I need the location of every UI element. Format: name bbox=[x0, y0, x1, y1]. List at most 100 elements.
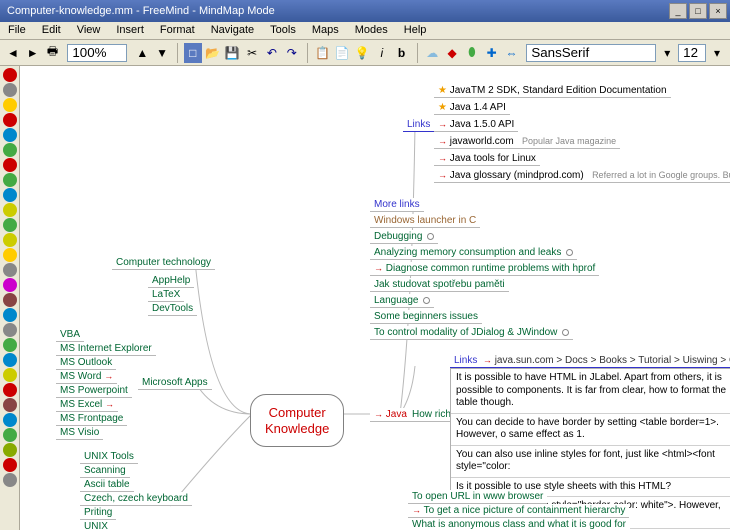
mindmap-canvas[interactable]: ComputerKnowledge Computer technology Ap… bbox=[20, 66, 730, 530]
menu-help[interactable]: Help bbox=[396, 22, 435, 39]
node-computer-technology[interactable]: Computer technology bbox=[112, 256, 215, 270]
menu-maps[interactable]: Maps bbox=[304, 22, 347, 39]
menu-view[interactable]: View bbox=[69, 22, 109, 39]
side-icon-23[interactable] bbox=[3, 413, 17, 427]
link-item[interactable]: → javaworld.com Popular Java magazine bbox=[434, 135, 620, 149]
side-icon-5[interactable] bbox=[3, 143, 17, 157]
links-heading[interactable]: Links bbox=[403, 118, 434, 132]
link-item[interactable]: → Java glossary (mindprod.com) Referred … bbox=[434, 169, 730, 183]
side-icon-18[interactable] bbox=[3, 338, 17, 352]
zoom-down-icon[interactable]: ▼ bbox=[153, 43, 171, 63]
node-item[interactable]: MS Outlook bbox=[56, 356, 116, 370]
side-icon-27[interactable] bbox=[3, 473, 17, 487]
cut-icon[interactable]: ✂ bbox=[243, 43, 261, 63]
side-icon-13[interactable] bbox=[3, 263, 17, 277]
plus-icon[interactable]: ✚ bbox=[483, 43, 501, 63]
node-item[interactable]: UNIX Tools bbox=[80, 450, 138, 464]
side-icon-1[interactable] bbox=[3, 83, 17, 97]
node-java[interactable]: → Java bbox=[370, 408, 411, 422]
node-item[interactable]: MS Powerpoint bbox=[56, 384, 132, 398]
node-item[interactable]: Jak studovat spotřebu paměti bbox=[370, 278, 509, 292]
side-icon-22[interactable] bbox=[3, 398, 17, 412]
side-icon-19[interactable] bbox=[3, 353, 17, 367]
side-icon-24[interactable] bbox=[3, 428, 17, 442]
link-item[interactable]: → Java tools for Linux bbox=[434, 152, 540, 166]
font-select[interactable] bbox=[526, 44, 656, 62]
side-icon-14[interactable] bbox=[3, 278, 17, 292]
side-icon-7[interactable] bbox=[3, 173, 17, 187]
side-icon-3[interactable] bbox=[3, 113, 17, 127]
open-icon[interactable]: 📂 bbox=[204, 43, 222, 63]
root-node[interactable]: ComputerKnowledge bbox=[250, 394, 344, 447]
side-icon-10[interactable] bbox=[3, 218, 17, 232]
node-item[interactable]: Analyzing memory consumption and leaks bbox=[370, 246, 577, 260]
node-item[interactable]: Debugging bbox=[370, 230, 438, 244]
side-icon-21[interactable] bbox=[3, 383, 17, 397]
node-item[interactable]: Language bbox=[370, 294, 434, 308]
side-icon-25[interactable] bbox=[3, 443, 17, 457]
node-item[interactable]: What is anonymous class and what it is g… bbox=[408, 518, 630, 530]
zoom-up-icon[interactable]: ▲ bbox=[133, 43, 151, 63]
node-item[interactable]: LaTeX bbox=[148, 288, 184, 302]
italic-icon[interactable]: i bbox=[373, 43, 391, 63]
copy-icon[interactable]: 📋 bbox=[314, 43, 332, 63]
side-icon-26[interactable] bbox=[3, 458, 17, 472]
node-item[interactable]: MS Excel → bbox=[56, 398, 118, 412]
menubar[interactable]: FileEditViewInsertFormatNavigateToolsMap… bbox=[0, 22, 730, 40]
close-button[interactable]: × bbox=[709, 3, 727, 19]
menu-navigate[interactable]: Navigate bbox=[203, 22, 262, 39]
new-icon[interactable]: □ bbox=[184, 43, 202, 63]
node-item[interactable]: Windows launcher in C bbox=[370, 214, 480, 228]
side-icon-8[interactable] bbox=[3, 188, 17, 202]
node-item[interactable]: → Diagnose common runtime problems with … bbox=[370, 262, 599, 276]
side-icon-2[interactable] bbox=[3, 98, 17, 112]
maximize-button[interactable]: □ bbox=[689, 3, 707, 19]
font-dropdown-icon[interactable]: ▾ bbox=[658, 43, 676, 63]
node-item[interactable]: DevTools bbox=[148, 302, 197, 316]
node-item[interactable]: MS Visio bbox=[56, 426, 103, 440]
cloud-icon[interactable]: ☁ bbox=[423, 43, 441, 63]
node-item[interactable]: To open URL in www browser bbox=[408, 490, 547, 504]
side-icon-16[interactable] bbox=[3, 308, 17, 322]
node-item[interactable]: Priting bbox=[80, 506, 116, 520]
side-icon-11[interactable] bbox=[3, 233, 17, 247]
bold-icon[interactable]: b bbox=[393, 43, 411, 63]
font-size-dropdown-icon[interactable]: ▾ bbox=[708, 43, 726, 63]
node-icon[interactable]: ⬮ bbox=[463, 43, 481, 63]
node-item[interactable]: Scanning bbox=[80, 464, 130, 478]
color-icon[interactable]: ◆ bbox=[443, 43, 461, 63]
idea-icon[interactable]: 💡 bbox=[353, 43, 371, 63]
menu-edit[interactable]: Edit bbox=[34, 22, 69, 39]
side-icon-15[interactable] bbox=[3, 293, 17, 307]
node-item[interactable]: Czech, czech keyboard bbox=[80, 492, 192, 506]
link-item[interactable]: → Java 1.5.0 API bbox=[434, 118, 518, 132]
htmlrich-links-h[interactable]: Links → java.sun.com > Docs > Books > Tu… bbox=[450, 354, 730, 368]
save-icon[interactable]: 💾 bbox=[223, 43, 241, 63]
font-size-input[interactable] bbox=[678, 44, 706, 62]
forward-icon[interactable]: ► bbox=[24, 43, 42, 63]
menu-file[interactable]: File bbox=[0, 22, 34, 39]
side-icon-12[interactable] bbox=[3, 248, 17, 262]
undo-icon[interactable]: ↶ bbox=[263, 43, 281, 63]
menu-insert[interactable]: Insert bbox=[108, 22, 152, 39]
node-item[interactable]: MS Frontpage bbox=[56, 412, 127, 426]
node-item[interactable]: To control modality of JDialog & JWindow bbox=[370, 326, 573, 340]
node-item[interactable]: More links bbox=[370, 198, 424, 212]
link-item[interactable]: ★ Java 1.4 API bbox=[434, 101, 510, 115]
expand-icon[interactable]: ⇔ bbox=[503, 43, 521, 63]
side-icon-9[interactable] bbox=[3, 203, 17, 217]
node-microsoft-apps[interactable]: Microsoft Apps bbox=[138, 376, 212, 390]
node-item[interactable]: AppHelp bbox=[148, 274, 194, 288]
redo-icon[interactable]: ↷ bbox=[283, 43, 301, 63]
side-icon-0[interactable] bbox=[3, 68, 17, 82]
side-icon-6[interactable] bbox=[3, 158, 17, 172]
node-item[interactable]: VBA bbox=[56, 328, 84, 342]
side-icon-20[interactable] bbox=[3, 368, 17, 382]
node-item[interactable]: → To get a nice picture of containment h… bbox=[408, 504, 629, 518]
node-item[interactable]: MS Internet Explorer bbox=[56, 342, 156, 356]
zoom-input[interactable] bbox=[67, 44, 127, 62]
menu-format[interactable]: Format bbox=[152, 22, 203, 39]
back-icon[interactable]: ◄ bbox=[4, 43, 22, 63]
link-item[interactable]: ★ JavaTM 2 SDK, Standard Edition Documen… bbox=[434, 84, 671, 98]
side-icon-17[interactable] bbox=[3, 323, 17, 337]
